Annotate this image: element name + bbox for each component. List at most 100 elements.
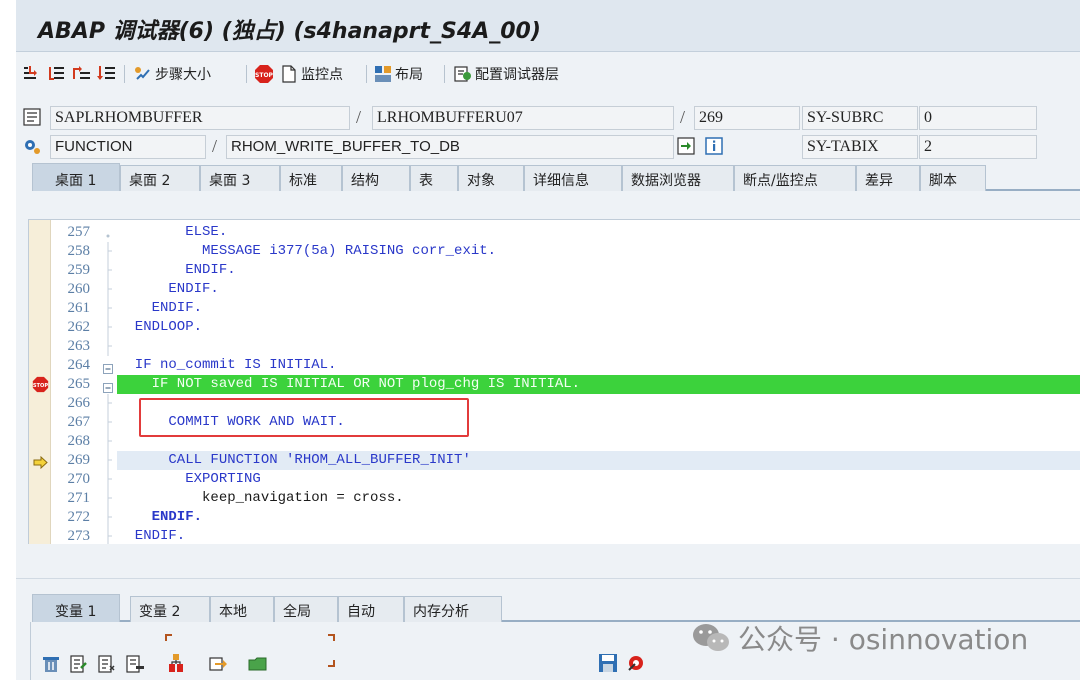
code-line[interactable]: 271 keep_navigation = cross. (29, 489, 1080, 508)
code-line[interactable]: 257 ELSE. (29, 223, 1080, 242)
tab-standard[interactable]: 标准 (280, 165, 342, 191)
tab-details[interactable]: 详细信息 (524, 165, 622, 191)
toolbar: 步骤大小 STOP 监控点 布局 配置调试器层 (16, 53, 1080, 95)
include-field[interactable]: LRHOMBUFFERU07 (372, 106, 674, 130)
tree-icon[interactable] (167, 652, 191, 678)
fold-line-icon (103, 280, 113, 299)
settings-icon[interactable] (625, 652, 647, 678)
code-text: ENDIF. (118, 262, 236, 278)
tab-breakpoints[interactable]: 断点/监控点 (734, 165, 856, 191)
tab-script[interactable]: 脚本 (920, 165, 986, 191)
code-text: IF NOT saved IS INITIAL OR NOT plog_chg … (118, 376, 581, 392)
continue-icon[interactable] (96, 63, 118, 85)
tab-objects[interactable]: 对象 (458, 165, 524, 191)
fold-line-icon (103, 451, 113, 470)
remove-icon[interactable] (125, 654, 145, 678)
fold-line-icon (103, 242, 113, 261)
fold-line-icon (103, 261, 113, 280)
event-name-field[interactable]: RHOM_WRITE_BUFFER_TO_DB (226, 135, 674, 159)
code-text: ENDLOOP. (118, 319, 203, 335)
tab-memory-analysis[interactable]: 内存分析 (404, 596, 502, 622)
line-number: 262 (67, 319, 91, 335)
sysvar2-value-field[interactable]: 2 (919, 135, 1037, 159)
corner-mark (165, 634, 172, 641)
program-icon (22, 107, 42, 131)
debugger-window: ABAP 调试器(6) (独占) (s4hanaprt_S4A_00) 步骤大小… (0, 0, 1080, 680)
line-number: 272 (67, 509, 91, 525)
line-number: 268 (67, 433, 91, 449)
code-line[interactable]: 264 IF no_commit IS INITIAL. (29, 356, 1080, 375)
code-text: ENDIF. (118, 281, 219, 297)
sysvar2-name-field[interactable]: SY-TABIX (802, 135, 918, 159)
stop-breakpoint-button[interactable]: STOP (254, 63, 274, 85)
tab-local[interactable]: 本地 (210, 596, 274, 622)
config-layers-button[interactable]: 配置调试器层 (454, 63, 559, 85)
save-icon[interactable] (597, 652, 619, 678)
config-icon (454, 65, 472, 83)
code-line[interactable]: 272 ENDIF. (29, 508, 1080, 527)
toolbar-separator (246, 65, 247, 83)
layout-icon (374, 65, 392, 83)
svg-text:STOP: STOP (33, 383, 48, 389)
code-line[interactable]: 261 ENDIF. (29, 299, 1080, 318)
export-icon[interactable] (207, 652, 229, 678)
program-field[interactable]: SAPLRHOMBUFFER (50, 106, 350, 130)
collapse-icon (103, 379, 113, 393)
line-number: 264 (67, 357, 91, 373)
line-number-field[interactable]: 269 (694, 106, 800, 130)
delete-icon[interactable] (41, 654, 61, 678)
return-icon[interactable] (70, 63, 92, 85)
watchpoint-button[interactable]: 监控点 (280, 63, 343, 85)
wechat-icon (693, 624, 729, 651)
folder-icon[interactable] (247, 654, 269, 678)
source-code-view[interactable]: 257 ELSE. 258 MESSAGE i377(5a) RAISING co… (28, 219, 1080, 544)
code-line[interactable]: 270 EXPORTING (29, 470, 1080, 489)
line-number: 257 (67, 224, 91, 240)
code-line[interactable]: 262 ENDLOOP. (29, 318, 1080, 337)
tab-global[interactable]: 全局 (274, 596, 338, 622)
edit-icon[interactable] (69, 654, 89, 678)
line-number: 271 (67, 490, 91, 506)
step-size-button[interactable]: 步骤大小 (134, 63, 211, 85)
code-line[interactable]: 265 IF NOT saved IS INITIAL OR NOT plog_… (29, 375, 1080, 394)
line-number: 270 (67, 471, 91, 487)
sysvar1-value-field[interactable]: 0 (919, 106, 1037, 130)
code-line[interactable]: 273 ENDIF. (29, 527, 1080, 544)
left-margin (0, 0, 16, 680)
info-icon[interactable] (704, 136, 724, 160)
code-line[interactable]: 260 ENDIF. (29, 280, 1080, 299)
tab-desktop-3[interactable]: 桌面 3 (200, 165, 280, 191)
layout-button[interactable]: 布局 (374, 63, 423, 85)
code-text: keep_navigation = cross. (118, 490, 404, 506)
line-number: 258 (67, 243, 91, 259)
code-text: ENDIF. (118, 300, 203, 316)
tab-auto[interactable]: 自动 (338, 596, 404, 622)
line-number: 263 (67, 338, 91, 354)
fold-line-icon (103, 470, 113, 489)
separator-slash: / (680, 107, 686, 127)
watermark-text: 公众号 · osinnovation (738, 623, 1029, 656)
tab-table[interactable]: 表 (410, 165, 458, 191)
tab-structure[interactable]: 结构 (342, 165, 410, 191)
tab-variables-2[interactable]: 变量 2 (130, 596, 210, 622)
tab-variables-1[interactable]: 变量 1 (32, 594, 120, 622)
code-text: CALL FUNCTION 'RHOM_ALL_BUFFER_INIT' (118, 452, 471, 468)
stop-icon: STOP (255, 65, 274, 83)
navigate-icon[interactable] (676, 136, 696, 160)
code-line[interactable]: 263 (29, 337, 1080, 356)
step-over-icon[interactable] (46, 63, 68, 85)
code-line[interactable]: 258 MESSAGE i377(5a) RAISING corr_exit. (29, 242, 1080, 261)
tab-desktop-1[interactable]: 桌面 1 (32, 163, 120, 191)
code-line[interactable]: 269 CALL FUNCTION 'RHOM_ALL_BUFFER_INIT' (29, 451, 1080, 470)
sysvar1-name-field[interactable]: SY-SUBRC (802, 106, 918, 130)
fold-line-icon (103, 299, 113, 318)
tab-diff[interactable]: 差异 (856, 165, 920, 191)
tab-data-browser[interactable]: 数据浏览器 (622, 165, 734, 191)
fold-marker-icon (103, 227, 113, 238)
code-line[interactable]: 259 ENDIF. (29, 261, 1080, 280)
step-into-icon[interactable] (22, 63, 44, 85)
tab-desktop-2[interactable]: 桌面 2 (120, 165, 200, 191)
document-icon[interactable] (97, 654, 117, 678)
event-type-field[interactable]: FUNCTION (50, 135, 206, 159)
desktop-tabs: 桌面 1 桌面 2 桌面 3 标准 结构 表 对象 详细信息 数据浏览器 断点/… (16, 163, 1080, 191)
